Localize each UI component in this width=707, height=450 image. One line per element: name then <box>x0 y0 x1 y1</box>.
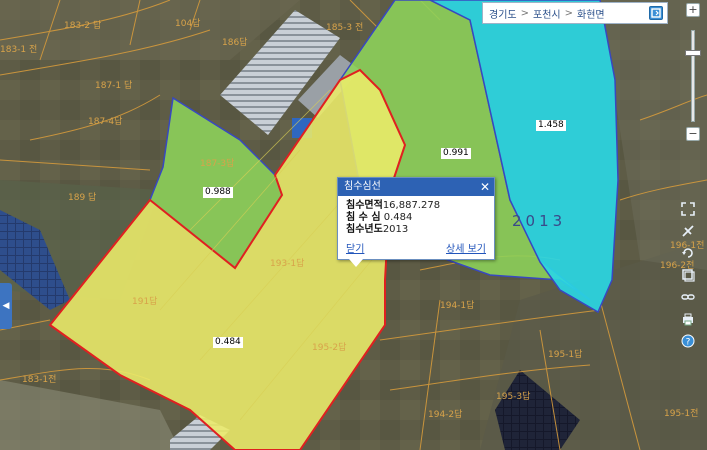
depth-value-label: 1.458 <box>536 120 566 131</box>
chevron-left-icon[interactable]: ◀ <box>0 283 12 329</box>
parcel-label: 194-2답 <box>428 410 463 420</box>
link-icon[interactable] <box>678 288 698 306</box>
depth-value: 0.484 <box>383 212 413 223</box>
depth-label: 침 수 심 <box>346 212 381 223</box>
parcel-label: 183-1전 <box>22 375 57 385</box>
breadcrumb-city[interactable]: 포천시 <box>533 6 561 21</box>
parcel-label: 187-4답 <box>88 117 123 127</box>
help-icon[interactable]: ? <box>678 332 698 350</box>
parcel-label: 183-2 답 <box>64 21 102 31</box>
popup-row-depth: 침 수 심 0.484 <box>346 212 494 224</box>
parcel-label: 187-1 답 <box>95 81 133 91</box>
parcel-label: 194-1답 <box>440 301 475 311</box>
layers-icon[interactable] <box>678 266 698 284</box>
svg-text:?: ? <box>686 338 691 348</box>
parcel-label: 193-1답 <box>270 259 305 269</box>
breadcrumb-separator: > <box>520 7 529 19</box>
depth-value-label: 0.484 <box>213 337 243 348</box>
parcel-label: 183-1 전 <box>0 45 38 55</box>
zoom-control: + − <box>683 0 703 145</box>
refresh-icon[interactable] <box>649 6 663 20</box>
breadcrumb-town[interactable]: 화현면 <box>577 6 605 21</box>
parcel-label: 195-3답 <box>496 392 531 402</box>
year-label: 2013 <box>512 212 567 230</box>
location-breadcrumb: 경기도 > 포천시 > 화현면 <box>482 2 668 24</box>
zoom-out-button[interactable]: − <box>686 127 700 141</box>
measure-icon[interactable] <box>678 222 698 240</box>
print-icon[interactable] <box>678 310 698 328</box>
parcel-label: 189 답 <box>68 193 97 203</box>
fullscreen-icon[interactable] <box>678 200 698 218</box>
popup-body: 침수면적16,887.278 침 수 심 0.484 침수년도2013 <box>338 196 494 236</box>
close-link[interactable]: 닫기 <box>346 244 364 255</box>
popup-header: 침수심선 ✕ <box>338 178 494 196</box>
popup-row-area: 침수면적16,887.278 <box>346 200 494 212</box>
popup-title: 침수심선 <box>344 181 381 192</box>
depth-value-label: 0.988 <box>203 187 233 198</box>
popup-links: 닫기 상세 보기 <box>346 240 486 255</box>
parcel-label: 195-2답 <box>312 343 347 353</box>
area-label: 침수면적 <box>346 200 383 211</box>
depth-value-label: 0.991 <box>441 148 471 159</box>
year-value: 2013 <box>382 224 409 235</box>
parcel-label: 186답 <box>222 38 248 48</box>
map-toolbar: ? <box>678 198 698 348</box>
popup-tail <box>349 259 363 267</box>
close-icon[interactable]: ✕ <box>480 178 490 196</box>
rotate-icon[interactable] <box>678 244 698 262</box>
area-value: 16,887.278 <box>382 200 441 211</box>
parcel-label: 195-1답 <box>548 350 583 360</box>
breadcrumb-province[interactable]: 경기도 <box>489 6 517 21</box>
zoom-slider-thumb[interactable] <box>685 50 701 56</box>
parcel-label: 195-1전 <box>664 409 699 419</box>
detail-link[interactable]: 상세 보기 <box>446 240 486 255</box>
parcel-label: 104답 <box>175 19 201 29</box>
zoom-in-button[interactable]: + <box>686 3 700 17</box>
popup-row-year: 침수년도2013 <box>346 224 494 236</box>
year-label: 침수년도 <box>346 224 383 235</box>
info-popup: 침수심선 ✕ 침수면적16,887.278 침 수 심 0.484 침수년도20… <box>337 177 495 260</box>
parcel-label: 185-3 전 <box>326 23 364 33</box>
parcel-label: 187-3답 <box>200 159 235 169</box>
breadcrumb-separator: > <box>564 7 573 19</box>
parcel-label: 191답 <box>132 297 158 307</box>
zoom-slider-track[interactable] <box>691 30 695 122</box>
